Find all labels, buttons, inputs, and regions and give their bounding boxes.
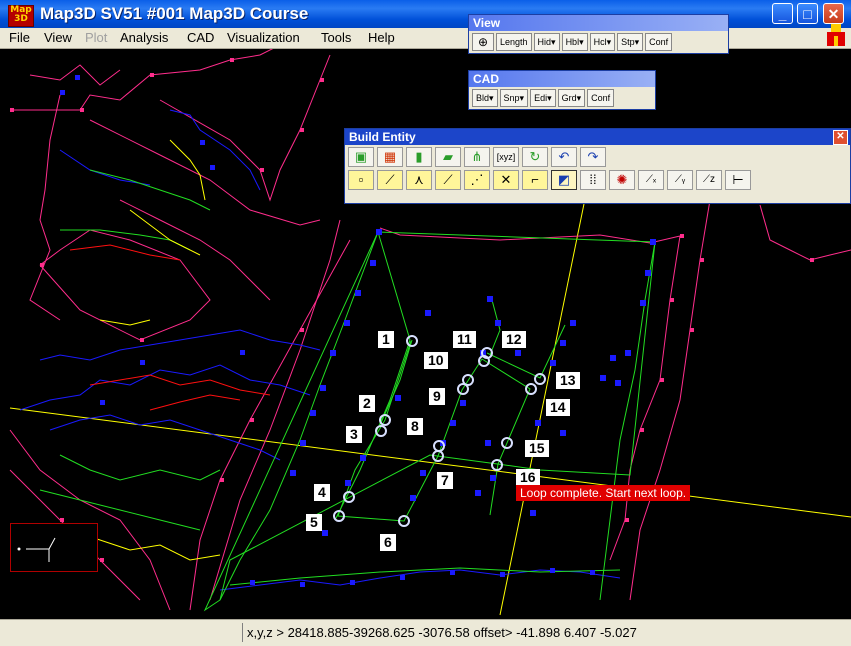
grd-button[interactable]: Grd▾ (557, 89, 586, 107)
point-label-13: 13 (556, 372, 580, 389)
point-label-15: 15 (525, 440, 549, 457)
point-label-7: 7 (437, 472, 453, 489)
slope-y-icon[interactable]: ⟋ᵧ (667, 170, 693, 190)
intersect-icon[interactable]: ✕ (493, 170, 519, 190)
menu-analysis[interactable]: Analysis (120, 30, 168, 45)
length-button[interactable]: Length (496, 33, 532, 51)
cad-conf-button[interactable]: Conf (587, 89, 615, 107)
hcl-button[interactable]: Hcl▾ (589, 33, 616, 51)
cad-toolbar-title[interactable]: CAD (469, 71, 655, 87)
xyz-entry-icon[interactable]: [xyz] (493, 147, 519, 167)
multi-line-icon[interactable]: ⋔ (464, 147, 490, 167)
axis-icon[interactable]: ⊢ (725, 170, 751, 190)
build-entity-title-text: Build Entity (349, 130, 416, 144)
point-label-16: 16 (516, 469, 540, 486)
point-label-5: 5 (306, 514, 322, 531)
point-label-4: 4 (314, 484, 330, 501)
app-icon[interactable]: Map 3D (8, 5, 34, 27)
view-toolbar[interactable]: View ⊕ Length Hid▾ Hbl▾ Hcl▾ Stp▾ Conf (468, 14, 729, 54)
view-toolbar-title[interactable]: View (469, 15, 728, 31)
axis-indicator-icon (17, 537, 56, 562)
edi-button[interactable]: Edi▾ (530, 89, 556, 107)
dashed-line-icon[interactable]: ⋰ (464, 170, 490, 190)
point-icon[interactable]: ▫ (348, 170, 374, 190)
point-label-2: 2 (359, 395, 375, 412)
point-label-11: 11 (453, 331, 476, 348)
window-title: Map3D SV51 #001 Map3D Course (40, 4, 309, 23)
point-label-8: 8 (407, 418, 423, 435)
app-window: Map 3D Map3D SV51 #001 Map3D Course _ □ … (0, 0, 851, 646)
point-label-1: 1 (378, 331, 394, 348)
plane-icon[interactable]: ▮ (406, 147, 432, 167)
menu-visualization[interactable]: Visualization (227, 30, 300, 45)
line-icon[interactable]: ⟋ (435, 170, 461, 190)
map3d-logo-icon (825, 22, 847, 48)
angle-icon[interactable]: ⋏ (406, 170, 432, 190)
status-bar: x,y,z > 28418.885-39268.625 -3076.58 off… (0, 619, 851, 646)
menu-plot[interactable]: Plot (85, 30, 107, 45)
rotate-arrow-icon[interactable]: ↻ (522, 147, 548, 167)
build-entity-close-button[interactable]: ✕ (833, 130, 848, 145)
line-segment-icon[interactable]: ⟋ (377, 170, 403, 190)
undo-icon[interactable]: ↶ (551, 147, 577, 167)
point-label-14: 14 (546, 399, 570, 416)
snp-button[interactable]: Snp▾ (499, 89, 529, 107)
loop-status-message: Loop complete. Start next loop. (516, 485, 691, 501)
close-button[interactable]: ✕ (823, 3, 844, 24)
menu-file[interactable]: File (9, 30, 30, 45)
surface-icon[interactable]: ▦ (377, 147, 403, 167)
point-label-12: 12 (502, 331, 526, 348)
hid-button[interactable]: Hid▾ (533, 33, 560, 51)
bld-button[interactable]: Bld▾ (472, 89, 498, 107)
cad-toolbar[interactable]: CAD Bld▾ Snp▾ Edi▾ Grd▾ Conf (468, 70, 656, 110)
hbl-button[interactable]: Hbl▾ (561, 33, 588, 51)
target-icon[interactable]: ✺ (609, 170, 635, 190)
point-label-10: 10 (424, 352, 448, 369)
coordinate-readout: x,y,z > 28418.885-39268.625 -3076.58 off… (242, 623, 847, 642)
menu-cad[interactable]: CAD (187, 30, 214, 45)
build-entity-toolbar[interactable]: Build Entity ✕ ▣ ▦ ▮ ▰ ⋔ [xyz] ↻ ↶ ↷ ▫ ⟋… (344, 128, 851, 204)
stp-button[interactable]: Stp▾ (617, 33, 644, 51)
menu-help[interactable]: Help (368, 30, 395, 45)
slope-z-icon[interactable]: ⟋z (696, 170, 722, 190)
point-label-3: 3 (346, 426, 362, 443)
crosshair-icon[interactable]: ⊕ (472, 33, 494, 51)
grid-points-icon[interactable]: ⁞⁞ (580, 170, 606, 190)
minimize-button[interactable]: _ (772, 3, 793, 24)
slope-x-icon[interactable]: ⟋ₓ (638, 170, 664, 190)
maximize-button[interactable]: □ (797, 3, 818, 24)
menu-tools[interactable]: Tools (321, 30, 351, 45)
redo-icon[interactable]: ↷ (580, 147, 606, 167)
axis-navigator-inset[interactable] (10, 523, 98, 572)
cube-icon[interactable]: ▣ (348, 147, 374, 167)
curve-icon[interactable]: ⌐ (522, 170, 548, 190)
build-entity-title[interactable]: Build Entity ✕ (345, 129, 850, 145)
line-feature-icon[interactable]: ▰ (435, 147, 461, 167)
point-label-6: 6 (380, 534, 396, 551)
close-loop-icon[interactable]: ◩ (551, 170, 577, 190)
menu-view[interactable]: View (44, 30, 72, 45)
point-label-9: 9 (429, 388, 445, 405)
view-conf-button[interactable]: Conf (645, 33, 673, 51)
